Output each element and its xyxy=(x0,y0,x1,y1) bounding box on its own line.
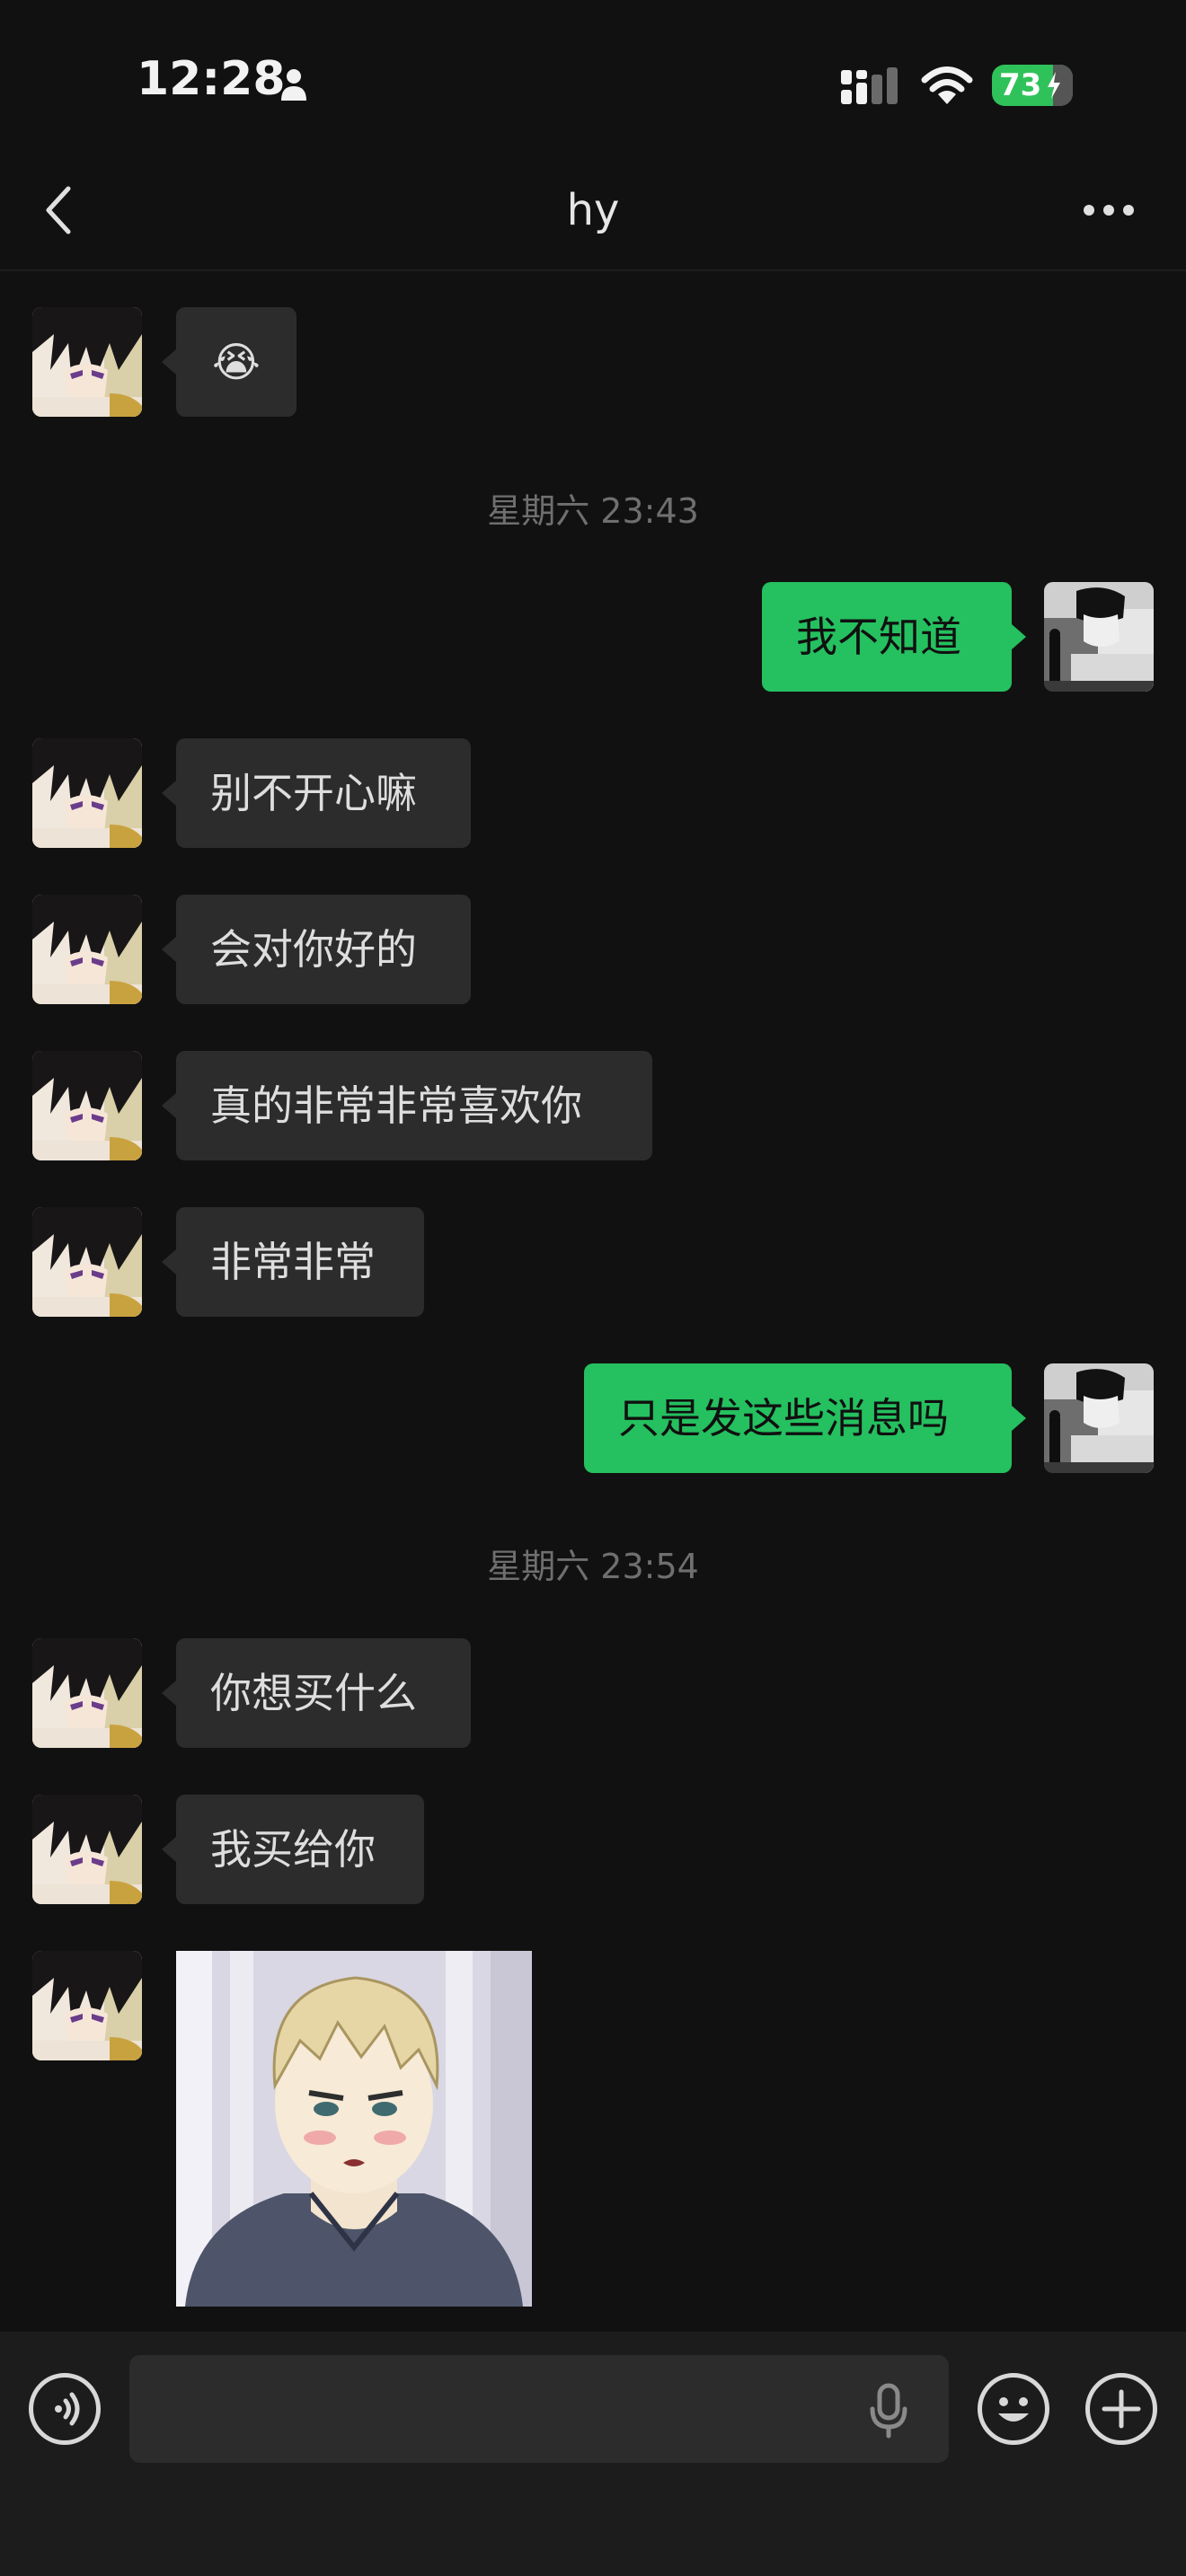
message-text: 非常非常 xyxy=(210,1238,376,1286)
contact-avatar[interactable] xyxy=(32,738,142,848)
message-text: 我不知道 xyxy=(796,613,961,661)
bubble-tail xyxy=(162,937,176,962)
more-dots-icon[interactable] xyxy=(1083,199,1135,221)
battery-indicator: 73 xyxy=(992,65,1073,106)
bubble-tail xyxy=(162,1681,176,1706)
charging-bolt-icon xyxy=(1048,72,1060,99)
bubble-tail xyxy=(1012,1406,1026,1431)
my-avatar[interactable] xyxy=(1044,1363,1154,1473)
message-input[interactable] xyxy=(129,2355,949,2463)
message-text: 我买给你 xyxy=(210,1825,376,1874)
message-text: 只是发这些消息吗 xyxy=(618,1394,949,1442)
contact-avatar[interactable] xyxy=(32,1951,142,2060)
bubble-tail xyxy=(162,1249,176,1275)
add-button[interactable] xyxy=(1085,2373,1157,2445)
bubble-tail xyxy=(162,781,176,806)
bubble-tail xyxy=(162,349,176,375)
incoming-message[interactable]: 会对你好的 xyxy=(176,895,471,1004)
timestamp-divider: 星期六 23:43 xyxy=(487,491,699,531)
wifi-icon xyxy=(921,66,973,104)
emoji-button[interactable] xyxy=(978,2373,1049,2445)
battery-level: 73 xyxy=(999,67,1042,103)
bubble-tail xyxy=(162,1093,176,1118)
my-avatar[interactable] xyxy=(1044,582,1154,692)
timestamp-divider: 星期六 23:54 xyxy=(487,1547,699,1586)
incoming-message[interactable]: 😭 xyxy=(176,307,296,417)
message-text: 会对你好的 xyxy=(210,925,417,974)
cellular-signal-icon xyxy=(841,67,898,104)
contact-avatar[interactable] xyxy=(32,895,142,1004)
incoming-message[interactable]: 我买给你 xyxy=(176,1795,424,1904)
bubble-tail xyxy=(1012,624,1026,649)
contact-avatar[interactable] xyxy=(32,1207,142,1317)
incoming-message[interactable]: 你想买什么 xyxy=(176,1638,471,1748)
message-text: 别不开心嘛 xyxy=(210,769,417,817)
contact-avatar[interactable] xyxy=(32,307,142,417)
contact-avatar[interactable] xyxy=(32,1795,142,1904)
incoming-message[interactable]: 非常非常 xyxy=(176,1207,424,1317)
emoji-message-text: 😭 xyxy=(212,338,261,386)
message-text: 真的非常非常喜欢你 xyxy=(210,1081,582,1130)
microphone-icon[interactable] xyxy=(866,2382,911,2439)
incoming-message[interactable]: 真的非常非常喜欢你 xyxy=(176,1051,652,1160)
emoji-icon xyxy=(998,2397,1029,2422)
contact-avatar[interactable] xyxy=(32,1638,142,1748)
outgoing-message[interactable]: 我不知道 xyxy=(762,582,1012,692)
chat-title: hy xyxy=(566,185,620,235)
image-message[interactable] xyxy=(176,1951,532,2307)
bubble-tail xyxy=(162,1837,176,1862)
plus-icon xyxy=(1102,2389,1141,2429)
voice-mode-button[interactable] xyxy=(29,2373,101,2445)
header-divider xyxy=(0,269,1186,271)
voice-mode-icon xyxy=(55,2392,80,2426)
contact-avatar[interactable] xyxy=(32,1051,142,1160)
incoming-message[interactable]: 别不开心嘛 xyxy=(176,738,471,848)
outgoing-message[interactable]: 只是发这些消息吗 xyxy=(584,1363,1012,1473)
person-icon xyxy=(281,69,306,101)
status-time: 12:28 xyxy=(137,52,286,106)
message-text: 你想买什么 xyxy=(210,1669,417,1717)
